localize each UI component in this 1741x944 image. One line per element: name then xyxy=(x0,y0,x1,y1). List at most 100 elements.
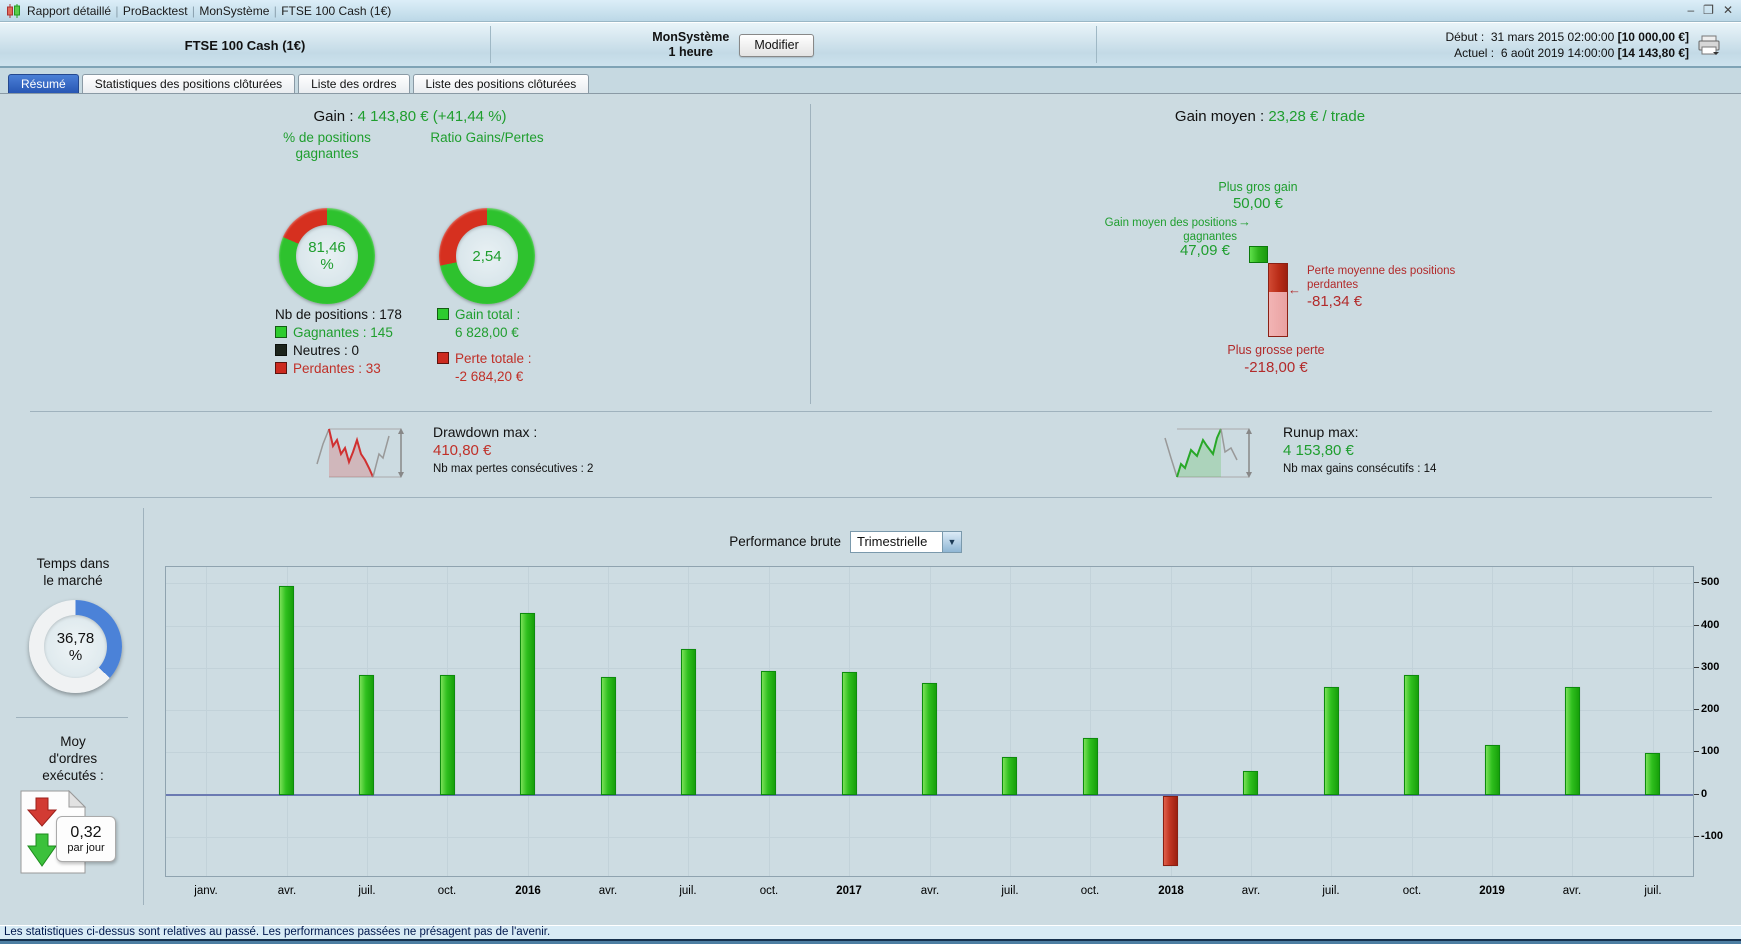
y-axis-label: 400 xyxy=(1701,619,1720,631)
performance-bar xyxy=(1404,675,1419,795)
avg-win-value: 47,09 € xyxy=(1179,242,1230,259)
modify-button[interactable]: Modifier xyxy=(739,33,814,57)
performance-bar xyxy=(1485,745,1500,795)
gridline xyxy=(206,567,207,876)
x-axis-label: avr. xyxy=(598,885,618,897)
legend-square-icon xyxy=(437,308,449,320)
drawdown-note: Nb max pertes consécutives : 2 xyxy=(433,463,594,475)
avg-win-arrow-icon: → xyxy=(1238,214,1251,229)
loss-bar xyxy=(1268,263,1288,337)
gridline xyxy=(1090,567,1091,876)
stat-label: Perte totale : xyxy=(455,351,532,366)
tab-liste-des-positions-cl-tur-es[interactable]: Liste des positions clôturées xyxy=(412,74,590,93)
x-axis-label: 2017 xyxy=(836,885,862,897)
gridline xyxy=(1010,567,1011,876)
performance-bar xyxy=(279,586,294,795)
stat-label: Neutres : 0 xyxy=(293,343,360,358)
axis-tick xyxy=(1694,667,1699,668)
positions-total: Nb de positions : 178 xyxy=(275,307,402,322)
gainloss-graphic: Plus gros gain 50,00 € Gain moyen des po… xyxy=(1080,180,1520,395)
x-axis-label: oct. xyxy=(759,885,779,897)
axis-tick xyxy=(1694,751,1699,752)
performance-bar xyxy=(1243,771,1258,795)
ratio-donut: 2,54 xyxy=(439,208,535,304)
performance-bar xyxy=(922,683,937,795)
biggest-loss-value: -218,00 € xyxy=(1244,359,1308,376)
performance-bar xyxy=(1324,687,1339,795)
printer-icon[interactable] xyxy=(1697,35,1721,56)
performance-bar xyxy=(440,675,455,795)
legend-square-icon xyxy=(275,344,287,356)
gridline xyxy=(166,583,1693,584)
capital-dates: Début : 31 mars 2015 02:00:00 [10 000,00… xyxy=(1445,30,1689,60)
performance-bar xyxy=(601,677,616,795)
divider xyxy=(16,717,128,718)
avg-loss-segment xyxy=(1269,264,1287,292)
period-selector[interactable]: Trimestrielle ▼ xyxy=(850,531,962,553)
performance-bar xyxy=(842,672,857,795)
y-axis-label: 500 xyxy=(1701,576,1720,588)
axis-tick xyxy=(1694,794,1699,795)
y-axis-label: 0 xyxy=(1701,788,1708,800)
gridline xyxy=(1492,567,1493,876)
gridline xyxy=(1251,567,1252,876)
winrate-donut: 81,46 % xyxy=(279,208,375,304)
instrument-name: FTSE 100 Cash (1€) xyxy=(184,37,306,53)
x-axis-label: juil. xyxy=(358,885,376,897)
gain-moyen-summary: Gain moyen : 23,28 € / trade xyxy=(1174,108,1366,125)
restore-button[interactable]: ❐ xyxy=(1703,3,1714,17)
avg-loss-label: Perte moyenne des positions perdantes xyxy=(1307,265,1456,291)
gain-bar xyxy=(1249,246,1268,263)
report-header: FTSE 100 Cash (1€) MonSystème 1 heure Mo… xyxy=(0,22,1741,68)
chart-title-row: Performance brute Trimestrielle ▼ xyxy=(0,531,1741,555)
runup-sparkline-icon xyxy=(1164,428,1252,478)
performance-bar xyxy=(1002,757,1017,795)
avg-win-label: Gain moyen des positions gagnantes xyxy=(1104,217,1237,243)
stat-label: Perdantes : 33 xyxy=(293,361,381,376)
stat-label: Gagnantes : 145 xyxy=(293,325,393,340)
axis-tick xyxy=(1694,836,1699,837)
gridline xyxy=(166,837,1693,838)
time-in-market-value: 36,78 % xyxy=(44,615,107,678)
performance-bar xyxy=(1163,796,1178,866)
divider xyxy=(30,497,1712,498)
close-button[interactable]: ✕ xyxy=(1723,3,1733,17)
time-in-market-label: Temps dans le marché xyxy=(36,556,110,588)
status-bar: Les statistiques ci-dessus sont relative… xyxy=(0,925,1741,939)
y-axis-label: 100 xyxy=(1701,745,1720,757)
tab-r-sum-[interactable]: Résumé xyxy=(8,74,79,93)
axis-tick xyxy=(1694,625,1699,626)
gridline xyxy=(1653,567,1654,876)
avg-loss-arrow-icon: ← xyxy=(1288,282,1301,297)
winrate-value: 81,46 % xyxy=(296,225,358,287)
legend-square-icon xyxy=(275,362,287,374)
gridline xyxy=(166,626,1693,627)
performance-bar xyxy=(359,675,374,795)
x-axis-label: juil. xyxy=(1001,885,1019,897)
system-name: MonSystème 1 heure xyxy=(652,30,730,59)
runup-title: Runup max: xyxy=(1283,424,1359,440)
time-in-market-donut: 36,78 % xyxy=(29,600,122,693)
chevron-down-icon[interactable]: ▼ xyxy=(942,532,961,552)
y-axis-label: 200 xyxy=(1701,703,1720,715)
stat-value: 6 828,00 € xyxy=(455,325,519,340)
ratio-donut-title: Ratio Gains/Pertes xyxy=(430,130,544,145)
tab-liste-des-ordres[interactable]: Liste des ordres xyxy=(298,74,410,93)
app-candlestick-icon xyxy=(7,3,20,18)
tab-bar: Résumé Statistiques des positions clôturé… xyxy=(8,74,590,93)
x-axis-label: janv. xyxy=(194,885,218,897)
stat-value: -2 684,20 € xyxy=(455,369,524,384)
gain-summary: Gain : 4 143,80 € (+41,44 %) xyxy=(313,108,507,125)
divider xyxy=(30,411,1712,412)
tab-statistiques-des-positions-cl-tur-es[interactable]: Statistiques des positions clôturées xyxy=(81,74,296,93)
x-axis-label: 2016 xyxy=(515,885,541,897)
minimize-button[interactable]: – xyxy=(1687,3,1694,17)
biggest-loss-label: Plus grosse perte xyxy=(1227,343,1325,357)
x-axis-label: oct. xyxy=(1402,885,1422,897)
avg-orders-unit: par jour xyxy=(67,842,105,854)
chart-divider xyxy=(143,508,144,905)
performance-chart xyxy=(165,566,1694,877)
x-axis-label: juil. xyxy=(1322,885,1340,897)
ratio-value: 2,54 xyxy=(456,225,518,287)
x-axis-label: oct. xyxy=(437,885,457,897)
